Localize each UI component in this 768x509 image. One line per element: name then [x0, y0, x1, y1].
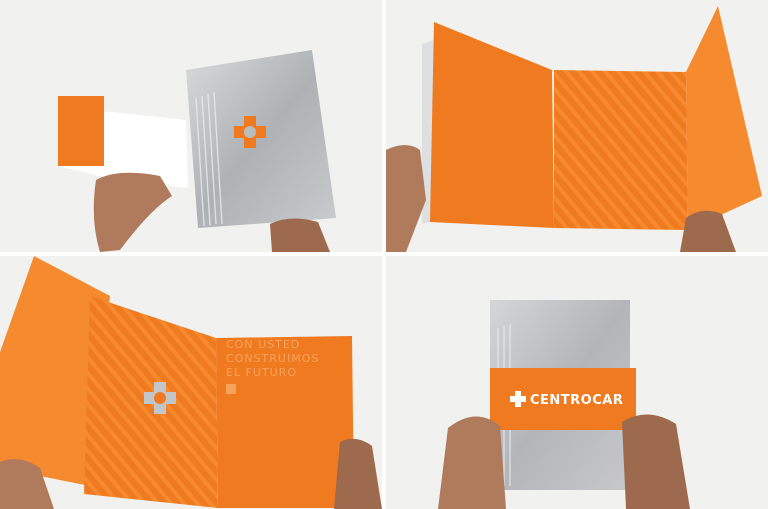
tagline-line-2: CONSTRUIMOS [226, 352, 319, 365]
tagline-line-1: CON USTED [226, 338, 300, 351]
brand-name: CENTROCAR [530, 393, 623, 408]
small-logo-mark [226, 384, 236, 394]
photo-open-spread [386, 0, 768, 252]
photo-brochure-band: CENTROCAR [386, 256, 768, 509]
middle-page [554, 70, 688, 230]
photo-collage: CON USTED CONSTRUIMOS EL FUTURO CENTROCA… [0, 0, 768, 509]
open-spread-illustration [386, 0, 768, 252]
hand-left [438, 416, 506, 509]
photo-spread-tagline: CON USTED CONSTRUIMOS EL FUTURO [0, 256, 382, 509]
brochure-band-illustration: CENTROCAR [386, 256, 768, 509]
photo-closed-brochure [0, 0, 382, 252]
tagline-line-3: EL FUTURO [226, 366, 297, 379]
orange-tab [58, 96, 104, 166]
spread-tagline-illustration: CON USTED CONSTRUIMOS EL FUTURO [0, 256, 382, 509]
closed-brochure-illustration [0, 0, 382, 252]
